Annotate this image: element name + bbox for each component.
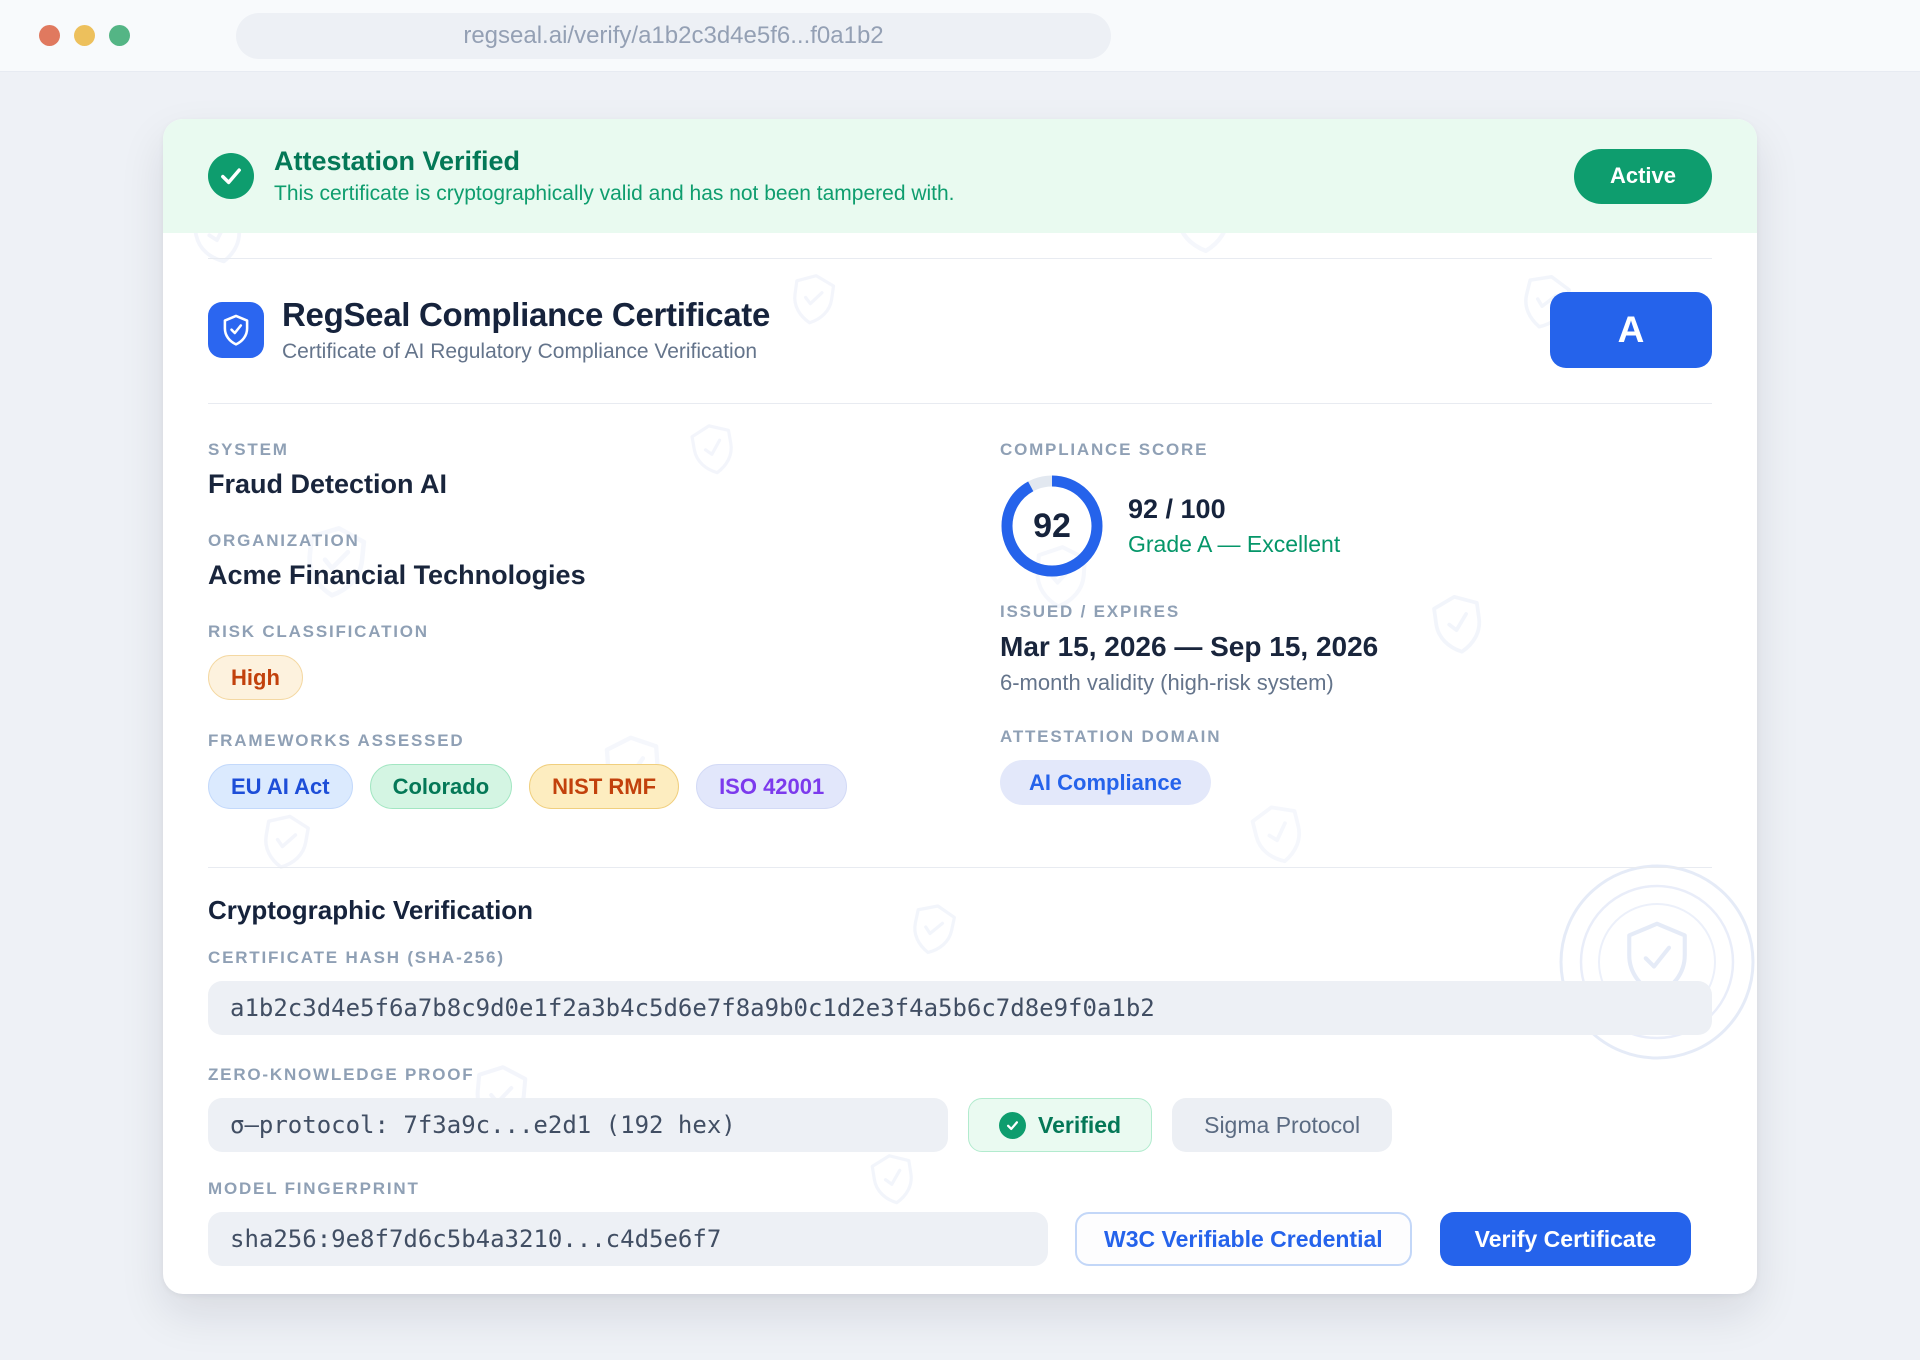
check-circle-icon xyxy=(208,153,254,199)
window-controls xyxy=(39,25,130,46)
system-field: SYSTEM Fraud Detection AI xyxy=(208,440,1000,500)
score-ring: 92 xyxy=(1000,474,1104,578)
system-value: Fraud Detection AI xyxy=(208,469,1000,500)
fingerprint-label: MODEL FINGERPRINT xyxy=(208,1179,1712,1199)
score-field: COMPLIANCE SCORE 92 xyxy=(1000,440,1712,578)
score-grade-text: Grade A — Excellent xyxy=(1128,531,1340,558)
score-number: 92 xyxy=(1000,474,1104,578)
page-title: RegSeal Compliance Certificate xyxy=(282,296,1550,334)
verified-label: Verified xyxy=(1038,1112,1121,1139)
frameworks-field: FRAMEWORKS ASSESSED EU AI Act Colorado N… xyxy=(208,731,1000,809)
grade-badge: A xyxy=(1550,292,1712,368)
page-subtitle: Certificate of AI Regulatory Compliance … xyxy=(282,340,1550,364)
organization-value: Acme Financial Technologies xyxy=(208,560,1000,591)
risk-field: RISK CLASSIFICATION High xyxy=(208,622,1000,700)
domain-label: ATTESTATION DOMAIN xyxy=(1000,727,1712,747)
validity-label: ISSUED / EXPIRES xyxy=(1000,602,1712,622)
check-circle-icon xyxy=(999,1112,1026,1139)
model-fingerprint-box: sha256:9e8f7d6c5b4a3210...c4d5e6f7 xyxy=(208,1212,1048,1266)
risk-high-badge: High xyxy=(208,655,303,700)
validity-field: ISSUED / EXPIRES Mar 15, 2026 — Sep 15, … xyxy=(1000,602,1712,696)
frameworks-label: FRAMEWORKS ASSESSED xyxy=(208,731,1000,751)
score-fraction: 92 / 100 xyxy=(1128,494,1340,525)
certificate-hash-box: a1b2c3d4e5f6a7b8c9d0e1f2a3b4c5d6e7f8a9b0… xyxy=(208,981,1712,1035)
sigma-protocol-badge: Sigma Protocol xyxy=(1172,1098,1392,1152)
active-status-badge[interactable]: Active xyxy=(1574,149,1712,204)
system-label: SYSTEM xyxy=(208,440,1000,460)
regseal-shield-icon xyxy=(208,302,264,358)
browser-chrome: regseal.ai/verify/a1b2c3d4e5f6...f0a1b2 xyxy=(0,0,1920,72)
zkp-verified-badge: Verified xyxy=(968,1098,1152,1152)
certificate-header: RegSeal Compliance Certificate Certifica… xyxy=(208,259,1712,403)
attestation-banner: Attestation Verified This certificate is… xyxy=(163,119,1757,233)
verify-certificate-button[interactable]: Verify Certificate xyxy=(1440,1212,1692,1266)
domain-badge: AI Compliance xyxy=(1000,760,1211,805)
crypto-section-title: Cryptographic Verification xyxy=(208,895,1712,926)
organization-field: ORGANIZATION Acme Financial Technologies xyxy=(208,531,1000,591)
url-text: regseal.ai/verify/a1b2c3d4e5f6...f0a1b2 xyxy=(463,22,883,50)
risk-label: RISK CLASSIFICATION xyxy=(208,622,1000,642)
framework-badge-iso-42001: ISO 42001 xyxy=(696,764,847,809)
framework-badge-eu-ai-act: EU AI Act xyxy=(208,764,353,809)
w3c-credential-button[interactable]: W3C Verifiable Credential xyxy=(1075,1212,1412,1266)
zoom-window-button[interactable] xyxy=(109,25,130,46)
details-grid: SYSTEM Fraud Detection AI ORGANIZATION A… xyxy=(208,404,1712,840)
score-label: COMPLIANCE SCORE xyxy=(1000,440,1712,460)
banner-subtitle: This certificate is cryptographically va… xyxy=(274,182,1574,206)
divider xyxy=(208,867,1712,868)
certificate-card: Attestation Verified This certificate is… xyxy=(163,119,1757,1294)
validity-note: 6-month validity (high-risk system) xyxy=(1000,670,1712,696)
organization-label: ORGANIZATION xyxy=(208,531,1000,551)
minimize-window-button[interactable] xyxy=(74,25,95,46)
hash-label: CERTIFICATE HASH (SHA-256) xyxy=(208,948,1712,968)
zkp-label: ZERO-KNOWLEDGE PROOF xyxy=(208,1065,1712,1085)
framework-badge-colorado: Colorado xyxy=(370,764,513,809)
domain-field: ATTESTATION DOMAIN AI Compliance xyxy=(1000,727,1712,805)
address-bar[interactable]: regseal.ai/verify/a1b2c3d4e5f6...f0a1b2 xyxy=(236,13,1111,59)
banner-title: Attestation Verified xyxy=(274,146,1574,177)
validity-range: Mar 15, 2026 — Sep 15, 2026 xyxy=(1000,631,1712,663)
framework-badge-nist-rmf: NIST RMF xyxy=(529,764,679,809)
close-window-button[interactable] xyxy=(39,25,60,46)
zkp-value-box: σ—protocol: 7f3a9c...e2d1 (192 hex) xyxy=(208,1098,948,1152)
